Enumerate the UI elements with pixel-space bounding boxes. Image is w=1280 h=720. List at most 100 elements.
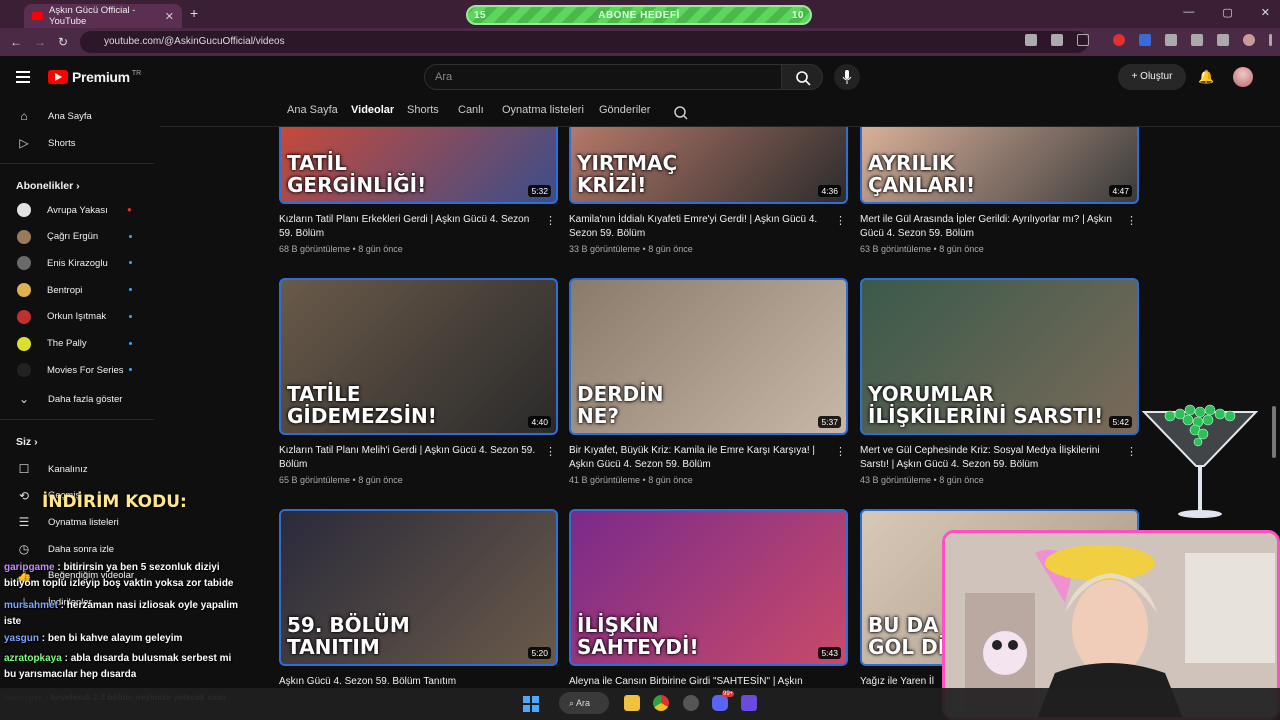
sidebar-item-playlist[interactable]: ☰ Oynatma listeleri (16, 512, 119, 532)
discord-icon[interactable] (712, 695, 728, 711)
subscriptions-heading[interactable]: Abonelikler › (16, 180, 80, 192)
sidebar-item-subscription[interactable]: Movies For Series (16, 360, 132, 380)
reload-icon[interactable]: ↻ (58, 35, 68, 49)
more-actions-icon[interactable]: ⋮ (545, 214, 556, 227)
hamburger-menu-icon[interactable] (16, 71, 30, 83)
video-title[interactable]: Aleyna ile Cansın Birbirine Girdi "SAHTE… (569, 675, 827, 689)
puzzle-icon[interactable] (1191, 34, 1203, 46)
address-bar[interactable]: youtube.com/@AskinGucuOfficial/videos (80, 31, 1088, 53)
subscription-label: Enis Kirazoglu (47, 257, 108, 269)
video-title[interactable]: Mert ile Gül Arasında İpler Gerildi: Ayr… (860, 213, 1118, 241)
chat-username: azratopkaya (4, 653, 62, 664)
create-button[interactable]: + Oluştur (1118, 64, 1186, 90)
file-explorer-icon[interactable] (624, 695, 640, 711)
video-thumbnail[interactable]: TATİLE GİDEMEZSİN! 4:40 (279, 278, 558, 435)
notifications-bell-icon[interactable]: 🔔 (1198, 69, 1214, 85)
video-meta: 63 B görüntüleme • 8 gün önce (860, 244, 984, 254)
chrome-icon[interactable] (653, 695, 669, 711)
video-age: 8 gün önce (358, 475, 403, 485)
video-title[interactable]: Mert ve Gül Cephesinde Kriz: Sosyal Medy… (860, 444, 1118, 472)
close-window-button[interactable]: ✕ (1261, 6, 1270, 19)
maximize-button[interactable]: ▢ (1222, 6, 1232, 19)
app-icon[interactable] (741, 695, 757, 711)
thumbnail-title: YIRTMAÇ KRİZİ! (577, 151, 678, 197)
thumbnail-title: DERDİN NE? (577, 382, 664, 428)
github-icon[interactable] (683, 695, 699, 711)
channel-search-icon[interactable] (673, 105, 689, 121)
video-title[interactable]: Aşkın Gücü 4. Sezon 59. Bölüm Tanıtım (279, 675, 537, 689)
install-icon[interactable] (1025, 34, 1037, 46)
video-title[interactable]: Bir Kıyafet, Büyük Kriz: Kamila ile Emre… (569, 444, 827, 472)
thumbnail-title: AYRILIK ÇANLARI! (868, 151, 976, 197)
tab-posts[interactable]: Gönderiler (599, 104, 650, 116)
youtube-logo[interactable]: Premium TR (48, 69, 141, 85)
hide-icon[interactable] (1051, 34, 1063, 46)
close-tab-icon[interactable]: ✕ (165, 10, 174, 23)
voice-search-button[interactable] (834, 64, 860, 90)
extension-red-icon[interactable] (1113, 34, 1125, 46)
account-avatar[interactable] (1233, 67, 1253, 87)
you-heading[interactable]: Siz › (16, 436, 38, 448)
tab-shorts[interactable]: Shorts (407, 104, 439, 116)
extension-blue-icon[interactable] (1139, 34, 1151, 46)
video-title[interactable]: Kızların Tatil Planı Melih'i Gerdi | Aşk… (279, 444, 537, 472)
video-views: 41 B görüntüleme (569, 475, 641, 485)
channel-avatar (17, 229, 31, 244)
sidebar-item-subscription[interactable]: The Pally (16, 334, 132, 354)
profile-icon[interactable] (1243, 34, 1255, 46)
chat-username: yasgun (4, 633, 40, 644)
goal-right-count: 10 (791, 9, 804, 21)
more-actions-icon[interactable]: ⋮ (1126, 445, 1137, 458)
video-thumbnail[interactable]: YORUMLAR İLİŞKİLERİNİ SARSTI! 5:42 (860, 278, 1139, 435)
download-icon[interactable] (1217, 34, 1229, 46)
video-thumbnail[interactable]: AYRILIK ÇANLARI! 4:47 (860, 127, 1139, 204)
thumbnail-title: 59. BÖLÜM TANITIM (287, 613, 410, 659)
sidebar-item-subscription[interactable]: Enis Kirazoglu (16, 253, 132, 273)
more-actions-icon[interactable]: ⋮ (545, 445, 556, 458)
video-thumbnail[interactable]: YIRTMAÇ KRİZİ! 4:36 (569, 127, 848, 204)
sidebar-item-subscription[interactable]: Çağrı Ergün (16, 227, 132, 247)
more-actions-icon[interactable]: ⋮ (1126, 214, 1137, 227)
extension-icon[interactable] (1165, 34, 1177, 46)
sidebar-item-label: Oynatma listeleri (48, 516, 119, 528)
show-more-button[interactable]: ⌄ Daha fazla göster (16, 389, 123, 409)
star-icon[interactable] (1077, 34, 1089, 46)
sidebar-item-clock[interactable]: ◷ Daha sonra izle (16, 539, 114, 559)
sidebar-item-subscription[interactable]: Avrupa Yakası ● (16, 200, 132, 220)
video-title[interactable]: Kızların Tatil Planı Erkekleri Gerdi | A… (279, 213, 537, 241)
forward-icon[interactable]: → (34, 35, 46, 49)
chat-username: mursahmet (4, 600, 58, 611)
video-thumbnail[interactable]: TATİL GERGİNLİĞİ! 5:32 (279, 127, 558, 204)
page-scrollbar[interactable] (1272, 406, 1276, 458)
video-thumbnail[interactable]: 59. BÖLÜM TANITIM 5:20 (279, 509, 558, 666)
sidebar-item-subscription[interactable]: Bentropi (16, 280, 132, 300)
search-button[interactable] (781, 64, 823, 90)
thumbnail-title: İLİŞKİN SAHTEYDİ! (577, 613, 699, 659)
video-title[interactable]: Kamila'nın İddialı Kıyafeti Emre'yi Gerd… (569, 213, 827, 241)
browser-tab[interactable]: Aşkın Gücü Official - YouTube ✕ (24, 4, 182, 28)
more-actions-icon[interactable]: ⋮ (835, 445, 846, 458)
chat-username: garipgame (4, 562, 55, 573)
taskbar-search[interactable]: ⌕ Ara (559, 692, 609, 714)
tab-live[interactable]: Canlı (458, 104, 484, 116)
sidebar-item-home[interactable]: ⌂ Ana Sayfa (16, 106, 91, 126)
video-thumbnail[interactable]: DERDİN NE? 5:37 (569, 278, 848, 435)
search-input[interactable]: Ara (424, 64, 782, 90)
sidebar-item-subscription[interactable]: Orkun Işıtmak (16, 307, 132, 327)
video-thumbnail[interactable]: İLİŞKİN SAHTEYDİ! 5:43 (569, 509, 848, 666)
minimize-button[interactable]: — (1183, 6, 1194, 19)
video-meta: 65 B görüntüleme • 8 gün önce (279, 475, 403, 485)
channel-avatar (17, 336, 31, 351)
tab-playlists[interactable]: Oynatma listeleri (502, 104, 584, 116)
sidebar-item-shorts[interactable]: ▷ Shorts (16, 133, 75, 153)
promo-code-label: İNDİRİM KODU: (42, 492, 187, 512)
back-icon[interactable]: ← (10, 35, 22, 49)
more-actions-icon[interactable]: ⋮ (835, 214, 846, 227)
windows-start-icon[interactable] (523, 696, 539, 712)
tab-home[interactable]: Ana Sayfa (287, 104, 338, 116)
subscription-label: Movies For Series (47, 364, 124, 376)
new-tab-button[interactable]: + (190, 5, 198, 21)
sidebar-item-channel[interactable]: ☐ Kanalınız (16, 459, 88, 479)
tab-videos[interactable]: Videolar (351, 104, 394, 116)
menu-icon[interactable] (1269, 34, 1272, 46)
